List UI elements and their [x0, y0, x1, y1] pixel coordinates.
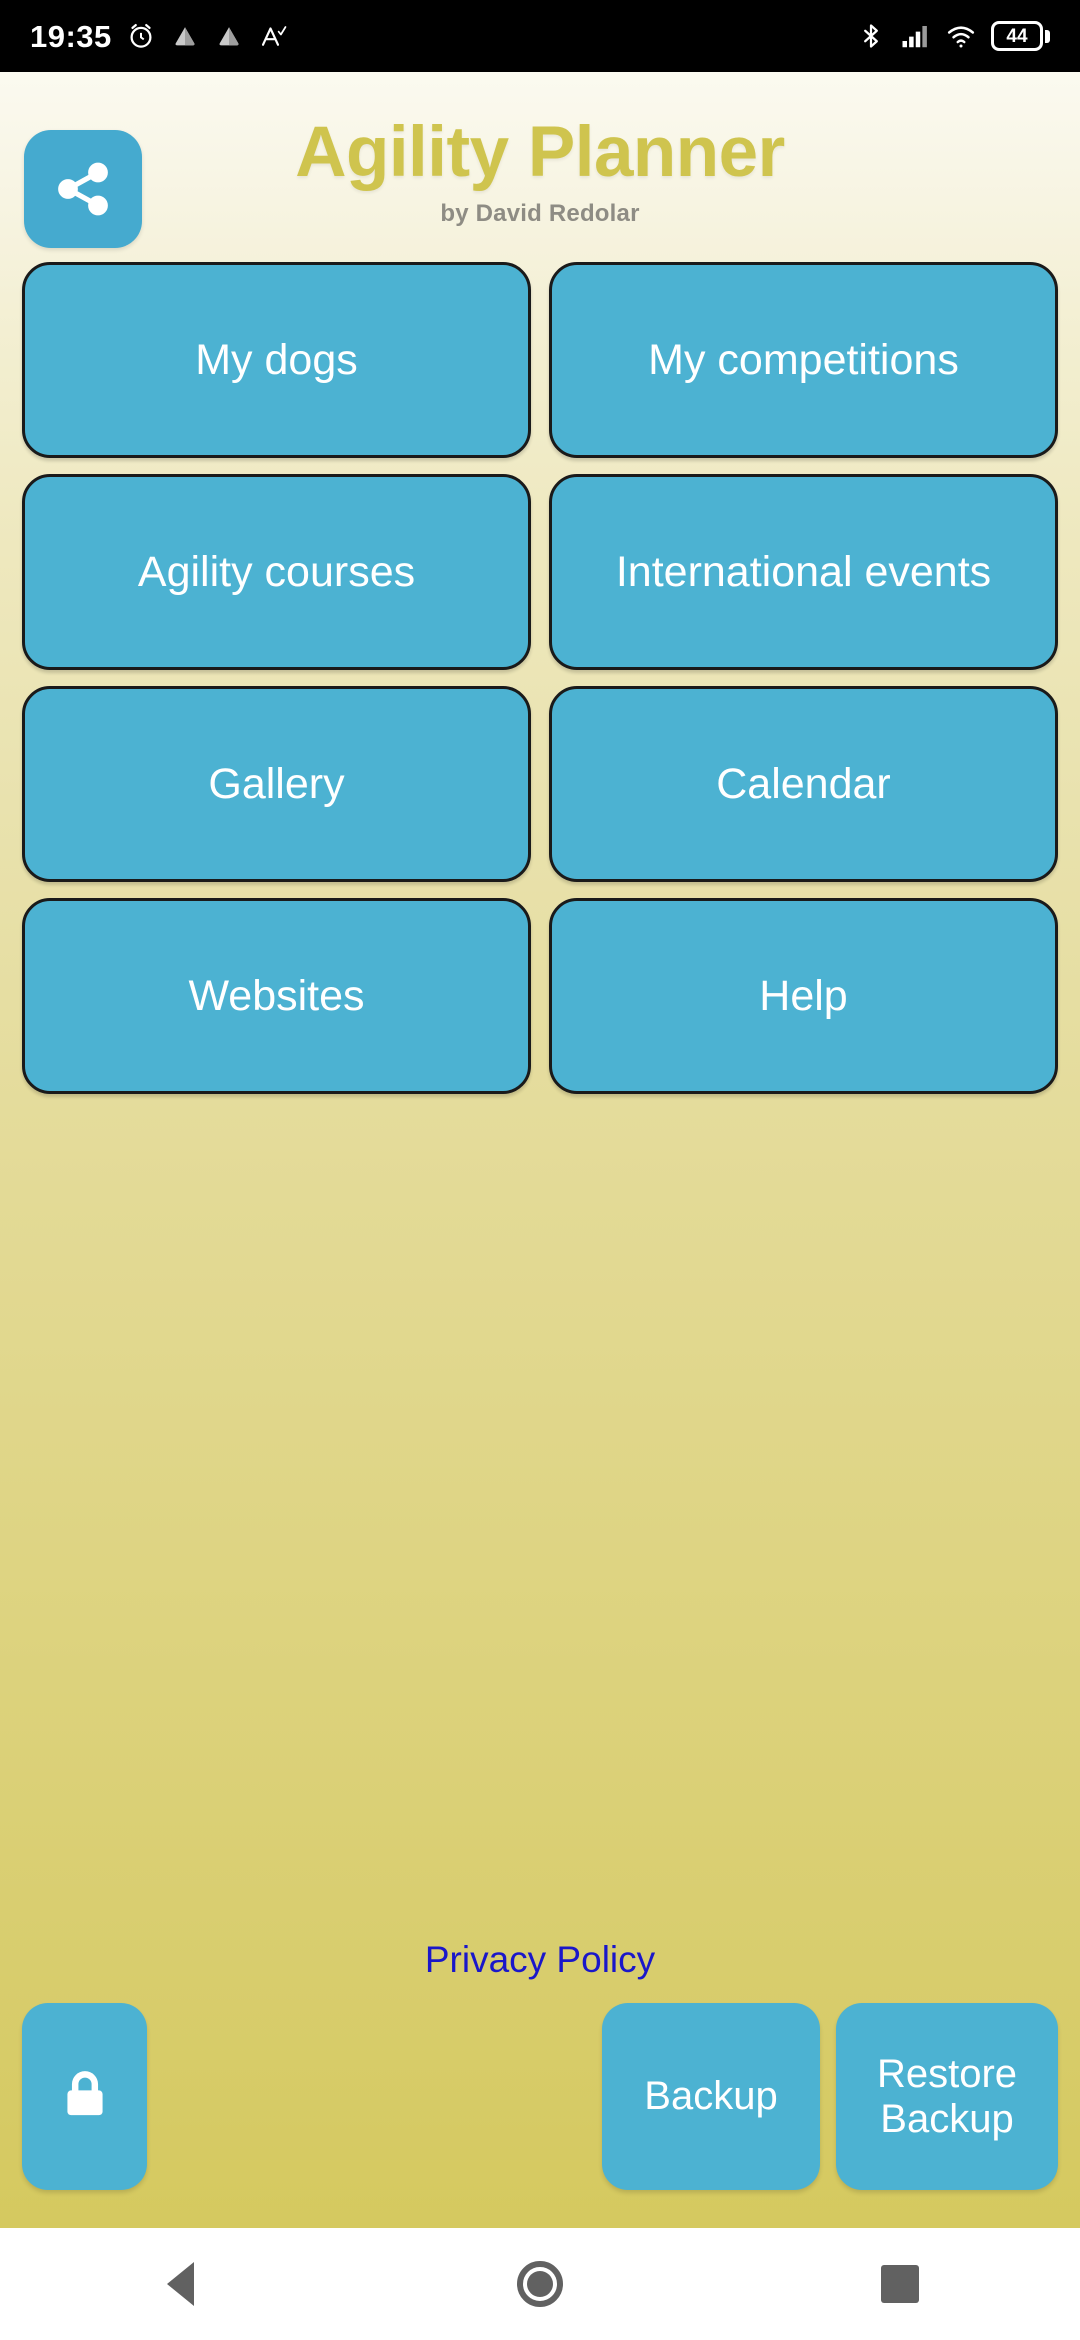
share-button[interactable] — [24, 130, 142, 248]
app-content: Agility Planner by David Redolar My dogs… — [0, 72, 1080, 2228]
lock-icon — [54, 2063, 116, 2130]
cloud-icon — [170, 21, 200, 51]
page-title: Agility Planner — [295, 113, 785, 192]
menu-tile-help[interactable]: Help — [549, 898, 1058, 1094]
alarm-icon — [126, 21, 156, 51]
menu-tile-calendar[interactable]: Calendar — [549, 686, 1058, 882]
status-bar-left: 19:35 — [30, 21, 288, 52]
cloud-icon — [214, 21, 244, 51]
menu-row: Agility courses International events — [22, 474, 1058, 670]
lock-button[interactable] — [22, 2003, 147, 2190]
status-bar: 19:35 44 — [0, 0, 1080, 72]
footer-spacer — [147, 2003, 602, 2190]
nav-back-button[interactable] — [80, 2228, 280, 2340]
title-block: Agility Planner by David Redolar — [0, 113, 1080, 228]
a-check-icon — [258, 21, 288, 51]
menu-tile-my-competitions[interactable]: My competitions — [549, 262, 1058, 458]
bluetooth-icon — [857, 21, 885, 51]
privacy-policy-link[interactable]: Privacy Policy — [425, 1939, 655, 1981]
privacy-policy-row: Privacy Policy — [0, 1939, 1080, 1981]
phone-screen: 19:35 44 Agility Planner by David Redola… — [0, 0, 1080, 2340]
app-header: Agility Planner by David Redolar — [0, 72, 1080, 262]
restore-backup-button[interactable]: Restore Backup — [836, 2003, 1058, 2190]
app-subtitle: by David Redolar — [440, 200, 640, 228]
nav-recents-button[interactable] — [800, 2228, 1000, 2340]
menu-row: Websites Help — [22, 898, 1058, 1094]
home-circle-icon — [517, 2261, 563, 2307]
system-navigation-bar — [0, 2228, 1080, 2340]
menu-row: My dogs My competitions — [22, 262, 1058, 458]
footer-actions: Backup Restore Backup — [0, 2003, 1080, 2228]
battery-level: 44 — [1006, 25, 1028, 47]
status-time: 19:35 — [30, 18, 112, 54]
backup-button[interactable]: Backup — [602, 2003, 820, 2190]
menu-row: Gallery Calendar — [22, 686, 1058, 882]
nav-home-button[interactable] — [440, 2228, 640, 2340]
menu-tile-agility-courses[interactable]: Agility courses — [22, 474, 531, 670]
menu-tile-international-events[interactable]: International events — [549, 474, 1058, 670]
menu-tile-my-dogs[interactable]: My dogs — [22, 262, 531, 458]
status-bar-right: 44 — [857, 21, 1050, 51]
signal-icon — [899, 21, 931, 51]
menu-tile-websites[interactable]: Websites — [22, 898, 531, 1094]
wifi-icon — [945, 21, 977, 51]
menu-tile-gallery[interactable]: Gallery — [22, 686, 531, 882]
back-triangle-icon — [166, 2262, 194, 2306]
menu-grid: My dogs My competitions Agility courses … — [0, 262, 1080, 1094]
share-icon — [53, 159, 113, 219]
battery-icon: 44 — [991, 21, 1050, 51]
recents-square-icon — [881, 2265, 919, 2303]
